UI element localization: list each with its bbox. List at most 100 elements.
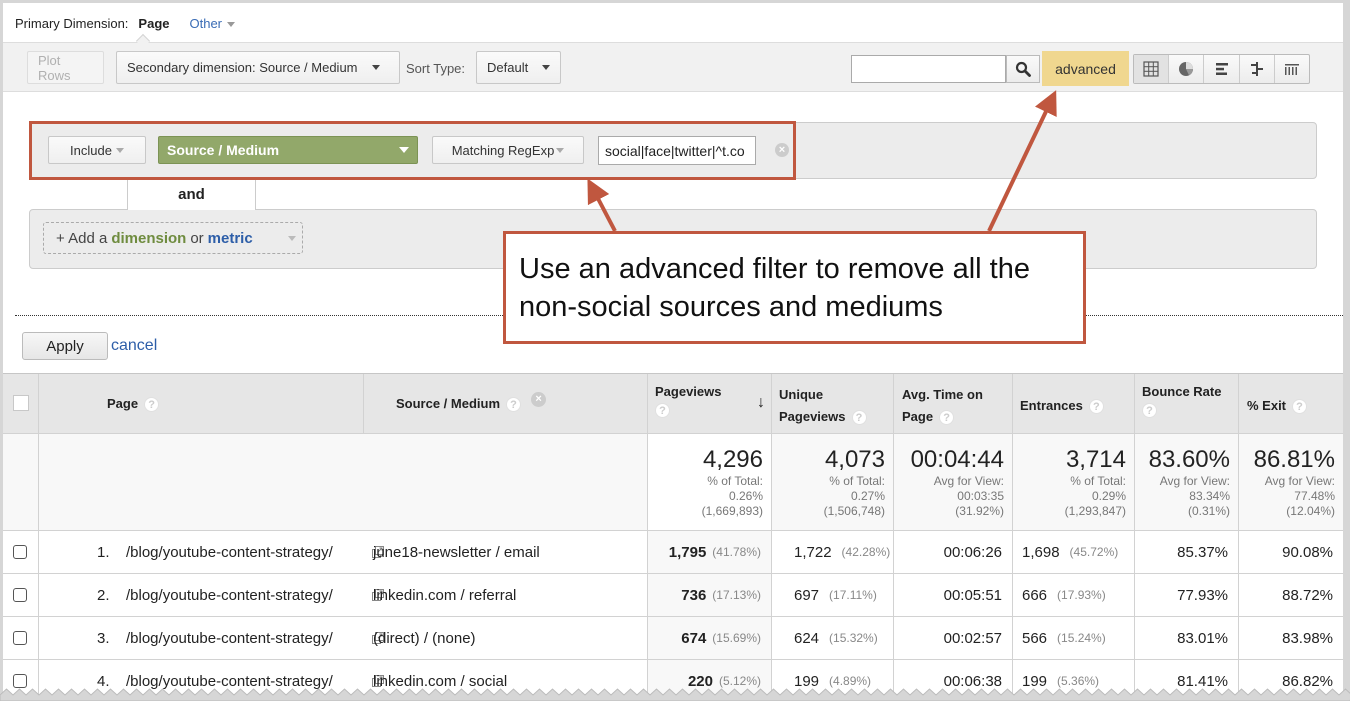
total-site: (31.92%) — [955, 504, 1004, 518]
header-exit[interactable]: % Exit? — [1239, 374, 1343, 434]
help-icon[interactable]: ? — [1088, 399, 1104, 415]
sort-type-label: Sort Type: — [406, 61, 466, 76]
row-checkbox[interactable] — [13, 545, 27, 559]
header-page[interactable]: Page? — [39, 374, 364, 434]
match-type-label: Matching RegExp — [451, 142, 555, 158]
header-source-medium[interactable]: Source / Medium? × — [364, 374, 648, 434]
total-exit: 86.81% Avg for View: 77.48% (12.04%) — [1239, 434, 1343, 531]
unique-pageviews-percent: (17.11%) — [829, 588, 877, 602]
total-label: Avg for View: — [933, 474, 1004, 488]
header-exit-label: % Exit — [1247, 398, 1287, 413]
other-label: Other — [189, 16, 223, 31]
help-icon[interactable]: ? — [506, 397, 522, 413]
page-link[interactable]: /blog/youtube-content-strategy/ — [126, 544, 333, 561]
row-checkbox[interactable] — [13, 674, 27, 688]
pie-view-button[interactable] — [1169, 55, 1205, 83]
row-checkbox[interactable] — [13, 588, 27, 602]
total-percent: 0.27% — [850, 489, 885, 503]
avg-time-value: 00:06:26 — [943, 543, 1002, 561]
header-entrances[interactable]: Entrances? — [1013, 374, 1135, 434]
search-icon — [1015, 61, 1031, 77]
sort-desc-icon[interactable]: ↓ — [757, 394, 765, 412]
pageviews-percent: (41.78%) — [712, 545, 761, 559]
table-header-row: Page? Source / Medium? × Pageviews? ↓ Uniq… — [3, 374, 1343, 434]
pageviews-cell: 674 (15.69%) — [648, 617, 772, 660]
select-all-checkbox[interactable] — [13, 395, 29, 411]
dropdown-arrow-icon — [556, 147, 565, 153]
entrances-cell: 666 (17.93%) — [1013, 574, 1135, 617]
pageviews-value: 674 — [681, 629, 707, 647]
header-bounce-rate[interactable]: Bounce Rate? — [1135, 374, 1239, 434]
plot-rows-button[interactable]: Plot Rows — [27, 51, 104, 84]
remove-secondary-dimension-icon[interactable]: × — [531, 392, 547, 408]
totals-row: 4,296% of Total: 0.26% (1,669,893) 4,073% … — [3, 434, 1343, 531]
search-button[interactable] — [1006, 55, 1040, 83]
pageviews-percent: (17.13%) — [712, 588, 761, 602]
remove-condition-icon[interactable]: × — [775, 143, 789, 157]
page-link[interactable]: /blog/youtube-content-strategy/ — [126, 587, 333, 604]
unique-pageviews-value: 624 — [794, 629, 820, 647]
help-icon[interactable]: ? — [1292, 399, 1308, 415]
add-dimension-link[interactable]: dimension — [111, 230, 186, 247]
apply-button[interactable]: Apply — [22, 332, 108, 360]
help-icon[interactable]: ? — [1142, 403, 1157, 418]
help-icon[interactable]: ? — [655, 403, 670, 418]
header-avg-time-label-2: Page — [902, 409, 934, 424]
source-medium-link[interactable]: (direct) / (none) — [373, 630, 476, 647]
total-value: 00:04:44 — [910, 446, 1004, 473]
help-icon[interactable]: ? — [851, 410, 867, 426]
regex-input[interactable] — [598, 136, 756, 165]
advanced-filter-link[interactable]: advanced — [1042, 51, 1129, 86]
row-checkbox[interactable] — [13, 631, 27, 645]
pie-view-icon — [1179, 62, 1194, 76]
totals-spacer — [39, 434, 364, 531]
help-icon[interactable]: ? — [939, 410, 955, 426]
header-entrances-label: Entrances — [1020, 398, 1083, 413]
add-metric-link[interactable]: metric — [208, 230, 253, 247]
primary-dimension-page[interactable]: Page — [138, 16, 169, 31]
header-unique-pageviews[interactable]: Unique Pageviews? — [772, 374, 894, 434]
secondary-dimension-select[interactable]: Secondary dimension: Source / Medium — [116, 51, 400, 84]
cancel-link[interactable]: cancel — [111, 337, 157, 355]
total-value: 86.81% — [1253, 446, 1335, 473]
entrances-value: 566 — [1022, 629, 1048, 647]
pageviews-percent: (5.12%) — [718, 674, 761, 688]
total-pageviews: 4,296% of Total: 0.26% (1,669,893) — [648, 434, 772, 531]
table-view-button[interactable] — [1134, 55, 1170, 83]
totals-spacer — [364, 434, 648, 531]
bounce-rate-value: 77.93% — [1177, 586, 1228, 604]
exit-cell: 90.08% — [1239, 531, 1343, 574]
performance-view-button[interactable] — [1204, 55, 1240, 83]
header-bounce-label: Bounce Rate — [1142, 384, 1222, 399]
unique-pageviews-cell: 697 (17.11%) — [772, 574, 894, 617]
total-value: 3,714 — [1065, 446, 1126, 473]
header-avg-time[interactable]: Avg. Time on Page? — [894, 374, 1013, 434]
row-select-cell — [3, 574, 39, 617]
sort-type-select[interactable]: Default — [476, 51, 561, 84]
page-link[interactable]: /blog/youtube-content-strategy/ — [126, 630, 333, 647]
total-label: Avg for View: — [1264, 474, 1335, 488]
row-number: 3. — [97, 629, 110, 647]
entrances-value: 666 — [1022, 586, 1048, 604]
comparison-view-button[interactable] — [1240, 55, 1275, 83]
primary-dimension-other[interactable]: Other — [190, 16, 236, 31]
add-dimension-or-metric[interactable]: + Add a dimension or metric — [43, 222, 303, 254]
match-type-select[interactable]: Matching RegExp — [432, 136, 584, 164]
total-value: 4,073 — [824, 446, 885, 473]
pivot-view-icon — [1284, 64, 1299, 75]
pivot-view-button[interactable] — [1275, 55, 1309, 83]
entrances-cell: 1,698 (45.72%) — [1013, 531, 1135, 574]
source-medium-link[interactable]: linkedin.com / referral — [373, 587, 516, 604]
dropdown-arrow-icon — [288, 236, 296, 241]
total-label: % of Total: — [829, 474, 885, 488]
table-search-input[interactable] — [851, 55, 1006, 83]
source-medium-link[interactable]: june18-newsletter / email — [373, 544, 540, 561]
header-pageviews[interactable]: Pageviews? ↓ — [648, 374, 772, 434]
filter-dimension-select[interactable]: Source / Medium — [158, 136, 418, 164]
avg-time-value: 00:05:51 — [943, 586, 1002, 604]
include-exclude-select[interactable]: Include — [48, 136, 146, 164]
header-source-label: Source / Medium — [396, 396, 501, 411]
source-medium-cell: (direct) / (none) — [364, 617, 648, 660]
pageviews-value: 1,795 — [668, 543, 707, 561]
help-icon[interactable]: ? — [144, 397, 160, 413]
